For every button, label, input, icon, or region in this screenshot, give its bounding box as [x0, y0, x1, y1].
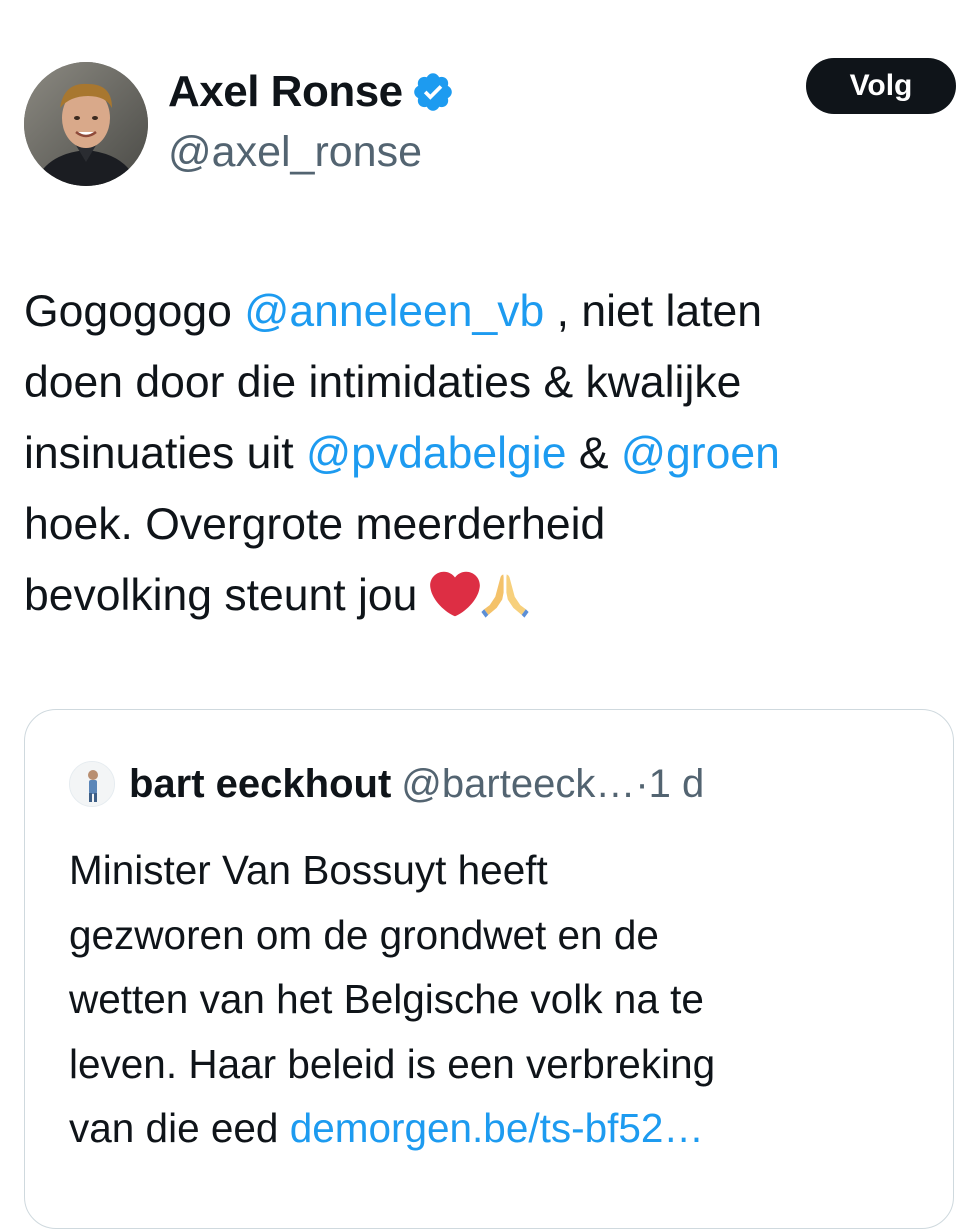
tweet-header: Axel Ronse @axel_ronse Volg [24, 58, 956, 186]
quoted-text-segment: gezworen om de grondwet en de [69, 911, 659, 958]
tweet-text-line: Gogogogo @anneleen_vb , niet laten [24, 276, 964, 347]
quoted-author-handle[interactable]: @barteeck… [401, 762, 635, 807]
author-display-name[interactable]: Axel Ronse [168, 67, 403, 117]
quoted-text-segment: wetten van het Belgische volk na te [69, 976, 704, 1022]
author-name-line: Axel Ronse [168, 66, 455, 118]
quoted-tweet-text: Minister Van Bossuyt heeft gezworen om de… [69, 838, 939, 1161]
tweet-text: Gogogogo @anneleen_vb , niet laten doen d… [24, 276, 964, 631]
quoted-text-line: van die eed demorgen.be/ts-bf52… [69, 1096, 939, 1161]
follow-button[interactable]: Volg [806, 58, 956, 114]
tweet-text-line: doen door die intimidaties & kwalijke [24, 347, 964, 418]
avatar-photo-icon [24, 62, 148, 186]
quoted-author-avatar[interactable] [69, 761, 115, 807]
quoted-text-segment: leven. Haar beleid is een verbreking [69, 1040, 716, 1087]
author-handle[interactable]: @axel_ronse [168, 128, 422, 177]
quoted-author-name[interactable]: bart eeckhout [129, 762, 391, 807]
folded-hands-icon [480, 569, 530, 619]
tweet-text-segment: & [566, 429, 621, 478]
mention-link[interactable]: @pvdabelgie [306, 429, 566, 478]
quoted-text-line: Minister Van Bossuyt heeft [69, 838, 939, 903]
mention-link[interactable]: @anneleen_vb [244, 287, 544, 336]
quoted-text-segment: Minister Van Bossuyt heeft [69, 847, 548, 893]
tweet-text-segment: bevolking steunt jou [24, 571, 430, 620]
quoted-tweet-card[interactable]: bart eeckhout @barteeck… · 1 d Minister … [24, 709, 954, 1229]
quoted-timestamp[interactable]: 1 d [649, 762, 705, 807]
quoted-separator-dot: · [635, 761, 649, 806]
tweet-text-segment: , niet laten [544, 287, 762, 336]
tweet-text-line: bevolking steunt jou [24, 560, 964, 631]
tweet-text-line: insinuaties uit @pvdabelgie & @groen [24, 418, 964, 489]
quoted-text-line: gezworen om de grondwet en de [69, 903, 939, 968]
tweet-text-line: hoek. Overgrote meerderheid [24, 489, 964, 560]
quoted-avatar-photo-icon [70, 762, 114, 806]
quoted-tweet-header: bart eeckhout @barteeck… · 1 d [69, 760, 704, 808]
red-heart-icon [429, 569, 480, 619]
tweet-text-segment: Gogogogo [24, 287, 245, 336]
tweet-text-segment: hoek. Overgrote meerderheid [24, 500, 606, 549]
quoted-text-segment: van die eed [69, 1105, 290, 1151]
tweet-text-segment: doen door die intimidaties & kwalijke [24, 358, 742, 407]
author-avatar[interactable] [24, 62, 148, 186]
url-link[interactable]: demorgen.be/ts-bf52… [290, 1105, 704, 1151]
verified-badge-icon[interactable] [411, 70, 455, 114]
quoted-text-line: leven. Haar beleid is een verbreking [69, 1032, 939, 1097]
tweet-text-segment: insinuaties uit [24, 429, 306, 478]
mention-link[interactable]: @groen [621, 429, 780, 478]
quoted-text-line: wetten van het Belgische volk na te [69, 967, 939, 1032]
